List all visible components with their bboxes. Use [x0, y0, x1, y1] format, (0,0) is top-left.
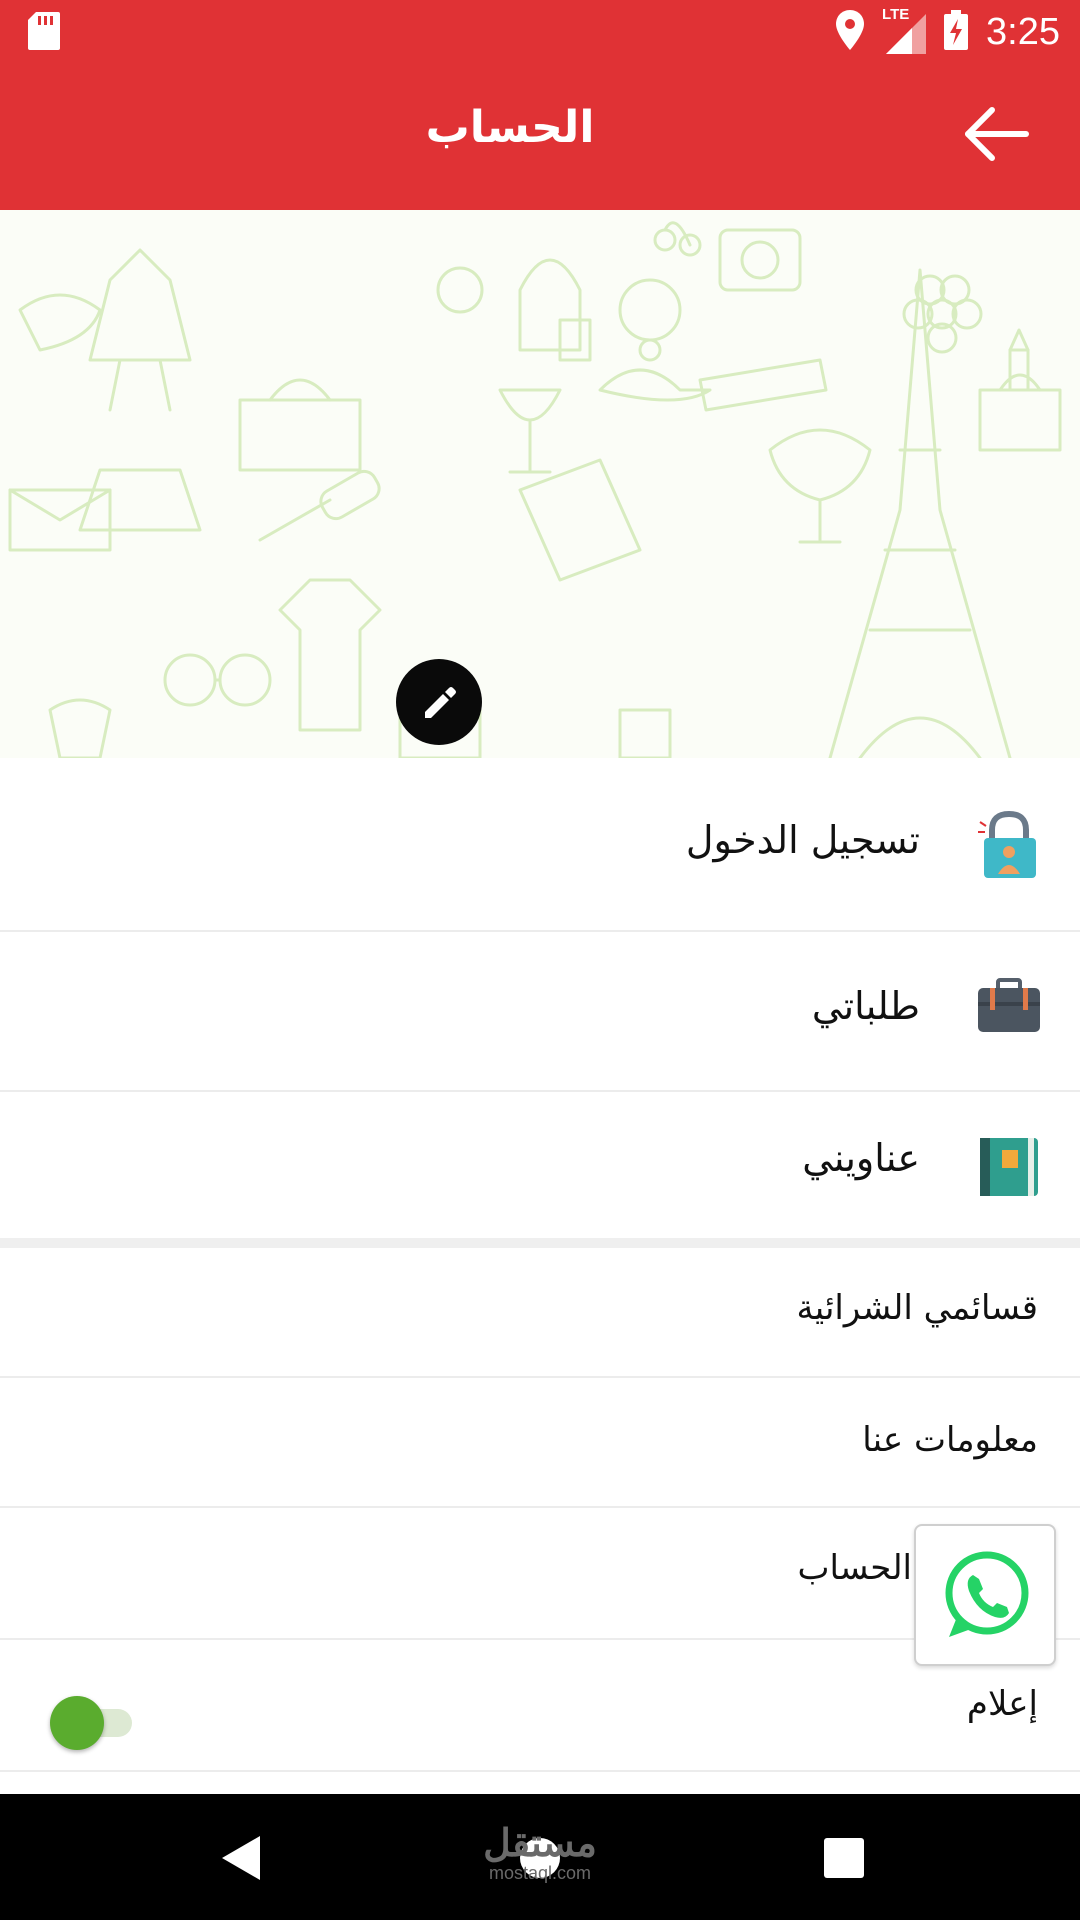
- menu-item-label: الحساب: [797, 1548, 912, 1588]
- menu-item-label: إعلام: [966, 1684, 1038, 1724]
- triangle-back-icon: [222, 1836, 260, 1880]
- lock-user-icon: [978, 810, 1040, 878]
- whatsapp-button[interactable]: [914, 1524, 1056, 1666]
- whatsapp-icon: [945, 1551, 1029, 1637]
- watermark-arabic: مستقل: [483, 1823, 597, 1865]
- app-bar: الحساب: [0, 64, 1080, 210]
- toggle-thumb: [50, 1696, 104, 1750]
- menu-item-orders[interactable]: طلباتي: [0, 932, 1080, 1092]
- menu-item-addresses[interactable]: عناويني: [0, 1092, 1080, 1240]
- notifications-toggle[interactable]: [50, 1692, 136, 1750]
- edit-profile-button[interactable]: [396, 659, 482, 745]
- section-divider: [0, 1238, 1080, 1248]
- pencil-icon: [425, 687, 456, 718]
- menu-item-about[interactable]: معلومات عنا: [0, 1378, 1080, 1508]
- menu-item-label: قسائمي الشرائية: [796, 1288, 1038, 1328]
- status-bar: LTE 3:25: [0, 0, 1080, 64]
- menu-item-label: تسجيل الدخول: [685, 818, 920, 862]
- menu-item-label: معلومات عنا: [862, 1420, 1038, 1460]
- menu-item-login[interactable]: تسجيل الدخول: [0, 758, 1080, 932]
- square-recents-icon: [824, 1838, 864, 1878]
- address-book-icon: [978, 1136, 1040, 1198]
- shopping-doodle-background: [8, 221, 1062, 758]
- sd-card-icon: [28, 12, 60, 54]
- page-title: الحساب: [425, 102, 595, 153]
- signal-icon: LTE: [882, 6, 927, 54]
- menu-item-label: طلباتي: [811, 984, 920, 1028]
- back-button[interactable]: [962, 104, 1040, 164]
- nav-recents-button[interactable]: [812, 1826, 876, 1890]
- menu-item-vouchers[interactable]: قسائمي الشرائية: [0, 1248, 1080, 1378]
- nav-back-button[interactable]: [212, 1826, 276, 1890]
- briefcase-icon: [978, 978, 1040, 1040]
- watermark: مستقل mostaql.com: [470, 1824, 610, 1882]
- arrow-back-icon: [965, 107, 1029, 161]
- battery-charging-icon: [944, 10, 969, 54]
- menu-item-label: عناويني: [802, 1136, 920, 1180]
- clock: 3:25: [986, 10, 1060, 53]
- network-type-label: LTE: [882, 6, 910, 23]
- system-nav-bar: مستقل mostaql.com: [0, 1794, 1080, 1920]
- watermark-latin: mostaql.com: [488, 1863, 592, 1883]
- location-icon: [836, 10, 865, 54]
- profile-cover: [0, 210, 1080, 760]
